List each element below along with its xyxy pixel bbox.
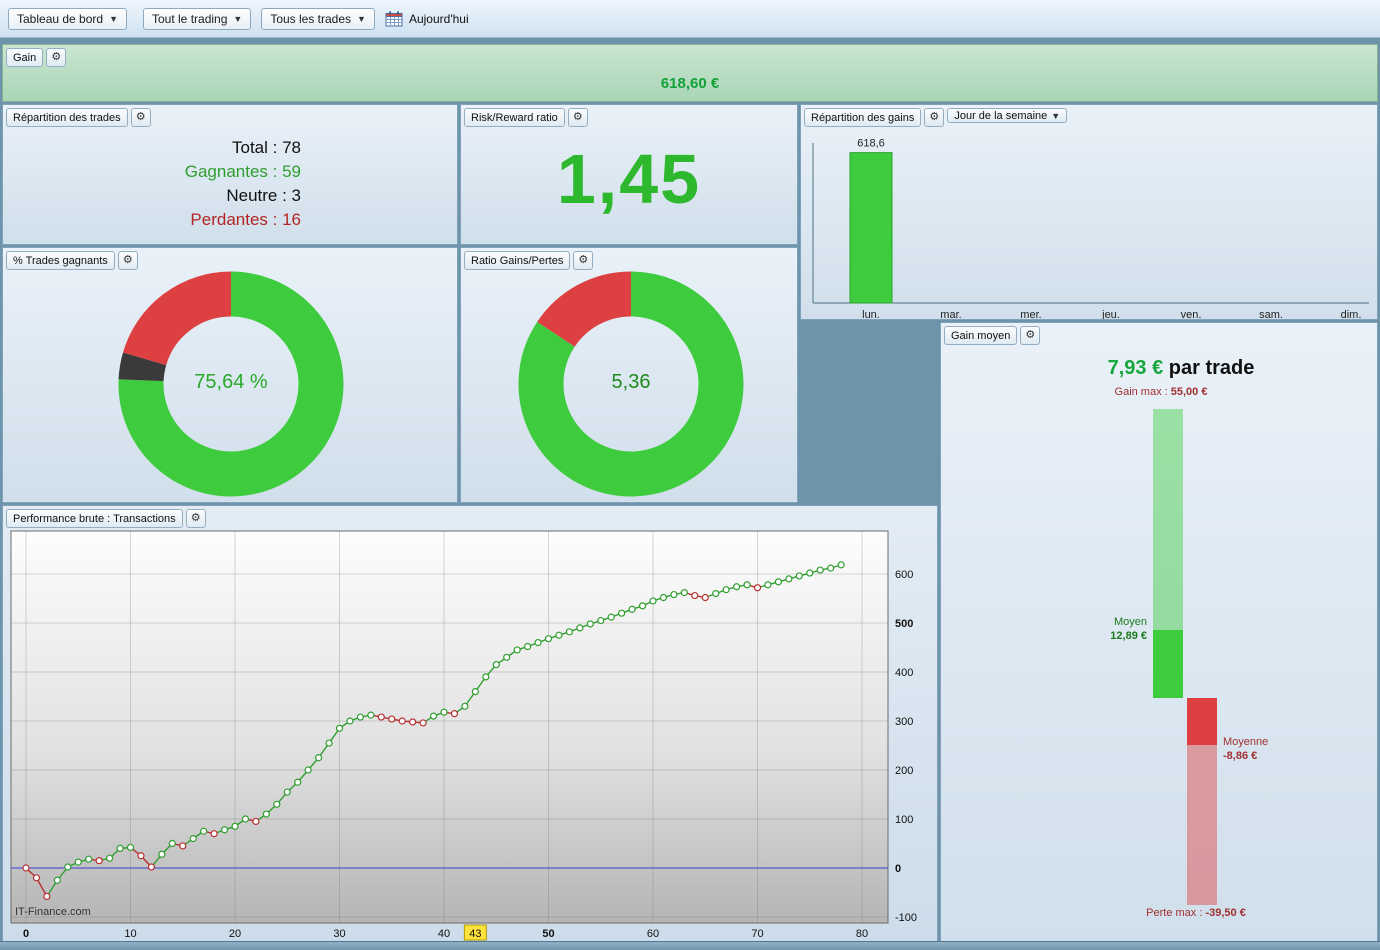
wrench-icon: ⚙ (578, 254, 589, 266)
ratio-settings-button[interactable]: ⚙ (573, 251, 594, 270)
chevron-down-icon: ▼ (1051, 110, 1061, 121)
risk-reward-value: 1,45 (556, 140, 702, 218)
trades-breakdown-panel: Répartition des trades ⚙ Total : 78 Gagn… (2, 104, 458, 245)
stat-losers: Perdantes : 16 (190, 210, 301, 229)
risk-reward-settings-button[interactable]: ⚙ (567, 108, 588, 127)
moyen-label: Moyen 12,89 € (1110, 616, 1147, 642)
pct-winning-value: 75,64 % (194, 371, 268, 393)
gain-panel: Gain ⚙ 618,60 € (2, 44, 1378, 102)
pct-winning-panel: % Trades gagnants ⚙ 75,64 % (2, 247, 458, 503)
trading-dashboard: Tableau de bord ▼ Tout le trading ▼ Tous… (0, 0, 1380, 950)
wrench-icon: ⚙ (929, 111, 940, 123)
next-panel-cutoff (0, 941, 1380, 950)
toolbar: Tableau de bord ▼ Tout le trading ▼ Tous… (0, 0, 1380, 38)
pct-winning-settings-button[interactable]: ⚙ (117, 251, 138, 270)
trades-breakdown-title: Répartition des trades (6, 108, 128, 127)
gain-moyen-title: Gain moyen (944, 326, 1018, 345)
wrench-icon: ⚙ (122, 254, 133, 266)
chevron-down-icon: ▼ (109, 13, 118, 24)
chevron-down-icon: ▼ (357, 13, 366, 24)
risk-reward-title: Risk/Reward ratio (464, 108, 565, 127)
trades-breakdown-settings-button[interactable]: ⚙ (130, 108, 151, 127)
waterfall-bar (1187, 698, 1217, 745)
ratio-gains-pertes-panel: Ratio Gains/Pertes ⚙ 5,36 (460, 247, 798, 503)
chevron-down-icon: ▼ (233, 13, 243, 24)
risk-reward-panel: Risk/Reward ratio ⚙ 1,45 (460, 104, 798, 245)
ratio-value: 5,36 (611, 371, 651, 393)
gain-value: 618,60 € (660, 75, 720, 92)
today-label: Aujourd'hui (408, 11, 469, 26)
svg-text:100: 100 (895, 814, 913, 826)
gain-moyen-chart (941, 323, 1377, 949)
trades-filter-select[interactable]: Tous les trades ▼ (261, 7, 375, 30)
moyenne-label: Moyenne -8,86 € (1223, 736, 1269, 762)
svg-text:mer.: mer. (1020, 309, 1041, 319)
svg-text:jeu.: jeu. (1101, 309, 1120, 319)
date-range-control[interactable]: Aujourd'hui (385, 11, 469, 27)
svg-text:618,6: 618,6 (857, 138, 885, 150)
svg-text:200: 200 (895, 765, 913, 777)
gain-max-label: Gain max : 55,00 € (1114, 386, 1208, 398)
svg-text:20: 20 (229, 928, 241, 940)
svg-text:0: 0 (895, 863, 901, 875)
performance-chart: 0 10 20 30 40 50 60 70 80 43 600 500 400 300 200 100 0 -1… (10, 530, 917, 941)
svg-text:dim.: dim. (1341, 309, 1362, 319)
svg-text:sam.: sam. (1259, 309, 1283, 319)
svg-text:0: 0 (23, 928, 29, 940)
ratio-gains-pertes-title: Ratio Gains/Pertes (464, 251, 571, 270)
performance-settings-button[interactable]: ⚙ (185, 509, 206, 528)
stat-total: Total : 78 (232, 138, 301, 157)
svg-text:-100: -100 (895, 912, 917, 924)
svg-text:ven.: ven. (1181, 309, 1202, 319)
gains-by-day-title: Répartition des gains (804, 108, 922, 127)
trading-scope-label: Tout le trading (152, 11, 228, 26)
svg-text:IT-Finance.com: IT-Finance.com (15, 906, 91, 918)
perte-max-label: Perte max : -39,50 € (1146, 907, 1246, 919)
svg-text:50: 50 (542, 928, 554, 940)
svg-text:80: 80 (856, 928, 868, 940)
svg-text:300: 300 (895, 716, 913, 728)
performance-panel: Performance brute : Transactions ⚙ 0 10 20… (2, 505, 938, 950)
wrench-icon: ⚙ (1025, 329, 1036, 341)
svg-text:600: 600 (895, 569, 913, 581)
pct-winning-title: % Trades gagnants (6, 251, 115, 270)
day-of-week-filter[interactable]: Jour de la semaine ▼ (947, 108, 1068, 123)
waterfall-bar (1187, 744, 1217, 906)
svg-text:500: 500 (895, 618, 913, 630)
wrench-icon: ⚙ (51, 51, 62, 63)
calendar-icon (385, 11, 403, 26)
svg-text:43: 43 (469, 928, 481, 940)
gain-settings-button[interactable]: ⚙ (46, 48, 67, 67)
gains-by-day-settings-button[interactable]: ⚙ (924, 108, 945, 127)
svg-text:60: 60 (647, 928, 659, 940)
waterfall-bar (1153, 630, 1183, 698)
svg-text:40: 40 (438, 928, 450, 940)
gains-by-day-panel: Répartition des gains ⚙ Jour de la semai… (800, 104, 1378, 320)
trades-filter-label: Tous les trades (270, 11, 352, 26)
gain-moyen-panel: Gain moyen ⚙ 7,93 € par trade Gain max :… (940, 322, 1378, 950)
wrench-icon: ⚙ (572, 111, 583, 123)
trades-breakdown-stats: Total : 78 Gagnantes : 59 Neutre : 3 Per… (13, 136, 301, 232)
svg-text:10: 10 (124, 928, 136, 940)
gain-moyen-settings-button[interactable]: ⚙ (1020, 326, 1041, 345)
stat-winners: Gagnantes : 59 (184, 162, 301, 181)
wrench-icon: ⚙ (190, 512, 201, 524)
wrench-icon: ⚙ (135, 111, 146, 123)
svg-text:70: 70 (751, 928, 763, 940)
trading-scope-select[interactable]: Tout le trading ▼ (143, 7, 252, 30)
svg-text:lun.: lun. (862, 309, 880, 319)
waterfall-bar (1153, 409, 1183, 631)
stat-neutral: Neutre : 3 (226, 186, 301, 205)
dashboard-select-label: Tableau de bord (17, 11, 104, 26)
day-of-week-filter-label: Jour de la semaine (954, 109, 1048, 122)
dashboard-select[interactable]: Tableau de bord ▼ (8, 7, 127, 30)
gains-by-day-chart: lun. 618,6 mar. mer. jeu. ven. sam. dim. (812, 138, 1369, 319)
gain-panel-title: Gain (6, 48, 44, 67)
svg-text:mar.: mar. (940, 309, 961, 319)
performance-title: Performance brute : Transactions (6, 509, 183, 528)
svg-text:30: 30 (333, 928, 345, 940)
svg-text:400: 400 (895, 667, 913, 679)
